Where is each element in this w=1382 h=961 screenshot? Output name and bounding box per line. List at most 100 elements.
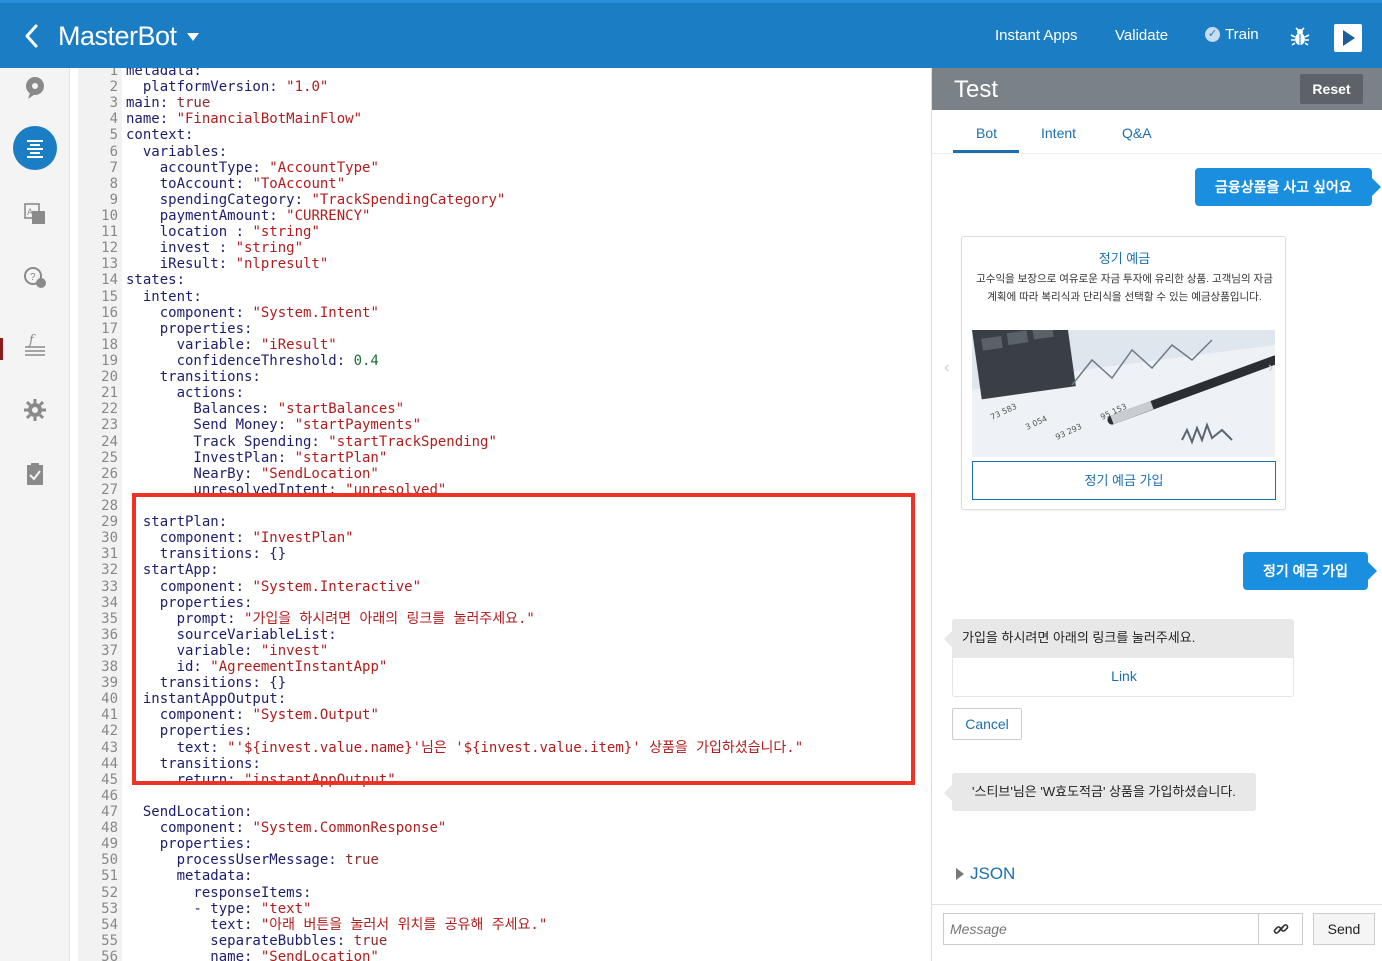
code-line[interactable]: 38 id: "AgreementInstantApp" <box>78 659 930 675</box>
yaml-code[interactable]: 1 metadata: 2 platformVersion: "1.0" 3 main:… <box>78 68 930 961</box>
tab-intent[interactable]: Intent <box>1041 125 1076 141</box>
code-line[interactable]: 31 transitions: {} <box>78 546 930 562</box>
carousel-prev-icon[interactable]: ‹ <box>944 359 949 377</box>
code-line[interactable]: 33 component: "System.Interactive" <box>78 579 930 595</box>
card-action-button[interactable]: 정기 예금 가입 <box>972 461 1276 500</box>
bot-switcher-caret-icon[interactable] <box>187 33 199 41</box>
line-text: actions: <box>126 385 245 402</box>
code-line[interactable]: 46 <box>78 788 930 804</box>
code-line[interactable]: 5 context: <box>78 127 930 143</box>
line-text: variables: <box>126 143 228 160</box>
code-line[interactable]: 52 responseItems: <box>78 885 930 901</box>
code-line[interactable]: 43 text: "'${invest.value.name}'님은 '${in… <box>78 740 930 756</box>
entities-icon[interactable]: f <box>17 327 53 363</box>
code-editor[interactable]: 1 metadata: 2 platformVersion: "1.0" 3 main:… <box>78 68 930 961</box>
code-line[interactable]: 41 component: "System.Output" <box>78 707 930 723</box>
code-line[interactable]: 34 properties: <box>78 595 930 611</box>
reset-button[interactable]: Reset <box>1300 74 1363 104</box>
train-link[interactable]: ✓ Train <box>1205 26 1259 43</box>
validate-link[interactable]: Validate <box>1115 27 1168 44</box>
play-test-button[interactable] <box>1334 24 1362 52</box>
code-line[interactable]: 44 transitions: <box>78 756 930 772</box>
code-line[interactable]: 30 component: "InvestPlan" <box>78 530 930 546</box>
code-line[interactable]: 12 invest : "string" <box>78 240 930 256</box>
chat-bubble-icon[interactable] <box>17 70 53 106</box>
line-text: confidenceThreshold: 0.4 <box>126 352 379 369</box>
code-line[interactable]: 29 startPlan: <box>78 514 930 530</box>
clipboard-icon[interactable] <box>17 456 53 492</box>
line-text: metadata: <box>126 68 202 79</box>
code-line[interactable]: 47 SendLocation: <box>78 804 930 820</box>
code-line[interactable]: 8 toAccount: "ToAccount" <box>78 176 930 192</box>
bot-link-button[interactable]: Link <box>953 668 1295 684</box>
debug-bug-icon[interactable] <box>1289 26 1311 48</box>
settings-icon[interactable] <box>17 392 53 428</box>
code-line[interactable]: 16 component: "System.Intent" <box>78 305 930 321</box>
code-line[interactable]: 6 variables: <box>78 144 930 160</box>
code-line[interactable]: 48 component: "System.CommonResponse" <box>78 820 930 836</box>
code-line[interactable]: 10 paymentAmount: "CURRENCY" <box>78 208 930 224</box>
line-number: 34 <box>101 594 118 611</box>
message-input[interactable] <box>943 913 1259 945</box>
cancel-button[interactable]: Cancel <box>952 708 1022 740</box>
tab-qa[interactable]: Q&A <box>1122 125 1152 141</box>
code-line[interactable]: 21 actions: <box>78 385 930 401</box>
code-line[interactable]: 11 location : "string" <box>78 224 930 240</box>
code-line[interactable]: 35 prompt: "가입을 하시려면 아래의 링크를 눌러주세요." <box>78 611 930 627</box>
attach-link-button[interactable] <box>1258 913 1303 945</box>
code-line[interactable]: 36 sourceVariableList: <box>78 627 930 643</box>
code-line[interactable]: 15 intent: <box>78 289 930 305</box>
code-line[interactable]: 19 confidenceThreshold: 0.4 <box>78 353 930 369</box>
code-line[interactable]: 51 metadata: <box>78 868 930 884</box>
code-line[interactable]: 40 instantAppOutput: <box>78 691 930 707</box>
line-number: 9 <box>109 191 118 208</box>
code-line[interactable]: 7 accountType: "AccountType" <box>78 160 930 176</box>
code-line[interactable]: 50 processUserMessage: true <box>78 852 930 868</box>
code-line[interactable]: 23 Send Money: "startPayments" <box>78 417 930 433</box>
code-line[interactable]: 1 metadata: <box>78 68 930 79</box>
send-button[interactable]: Send <box>1313 913 1375 945</box>
json-toggle[interactable]: JSON <box>956 864 1015 884</box>
code-line[interactable]: 9 spendingCategory: "TrackSpendingCatego… <box>78 192 930 208</box>
code-line[interactable]: 17 properties: <box>78 321 930 337</box>
rail-marker <box>0 338 3 360</box>
svg-text:f: f <box>28 333 36 348</box>
code-line[interactable]: 13 iResult: "nlpresult" <box>78 256 930 272</box>
code-line[interactable]: 56 name: "SendLocation" <box>78 949 930 961</box>
qa-icon[interactable]: ? <box>17 260 53 296</box>
code-line[interactable]: 28 <box>78 498 930 514</box>
code-line[interactable]: 53 - type: "text" <box>78 901 930 917</box>
code-line[interactable]: 18 variable: "iResult" <box>78 337 930 353</box>
code-line[interactable]: 39 transitions: {} <box>78 675 930 691</box>
line-text: responseItems: <box>126 884 312 901</box>
code-line[interactable]: 4 name: "FinancialBotMainFlow" <box>78 111 930 127</box>
line-text: Send Money: "startPayments" <box>126 417 422 434</box>
code-line[interactable]: 25 InvestPlan: "startPlan" <box>78 450 930 466</box>
line-number: 51 <box>101 868 118 885</box>
code-line[interactable]: 37 variable: "invest" <box>78 643 930 659</box>
translate-icon[interactable]: A <box>17 196 53 232</box>
code-line[interactable]: 49 properties: <box>78 836 930 852</box>
carousel-next-icon[interactable]: › <box>1268 359 1273 377</box>
tab-bot[interactable]: Bot <box>976 125 997 141</box>
code-line[interactable]: 26 NearBy: "SendLocation" <box>78 466 930 482</box>
code-line[interactable]: 32 startApp: <box>78 562 930 578</box>
back-arrow-icon[interactable] <box>20 21 44 51</box>
line-text: context: <box>126 127 194 144</box>
code-line[interactable]: 45 return: "instantAppOutput" <box>78 772 930 788</box>
code-line[interactable]: 42 properties: <box>78 723 930 739</box>
json-label: JSON <box>970 864 1016 883</box>
line-number: 16 <box>101 304 118 321</box>
code-line[interactable]: 27 unresolvedIntent: "unresolved" <box>78 482 930 498</box>
code-line[interactable]: 3 main: true <box>78 95 930 111</box>
code-line[interactable]: 14 states: <box>78 272 930 288</box>
flows-icon[interactable] <box>13 126 57 170</box>
code-line[interactable]: 2 platformVersion: "1.0" <box>78 79 930 95</box>
instant-apps-link[interactable]: Instant Apps <box>995 27 1078 44</box>
code-line[interactable]: 54 text: "아래 버튼을 눌러서 위치를 공유해 주세요." <box>78 917 930 933</box>
bot-title[interactable]: MasterBot <box>58 21 177 52</box>
code-line[interactable]: 22 Balances: "startBalances" <box>78 401 930 417</box>
code-line[interactable]: 55 separateBubbles: true <box>78 933 930 949</box>
code-line[interactable]: 20 transitions: <box>78 369 930 385</box>
code-line[interactable]: 24 Track Spending: "startTrackSpending" <box>78 434 930 450</box>
